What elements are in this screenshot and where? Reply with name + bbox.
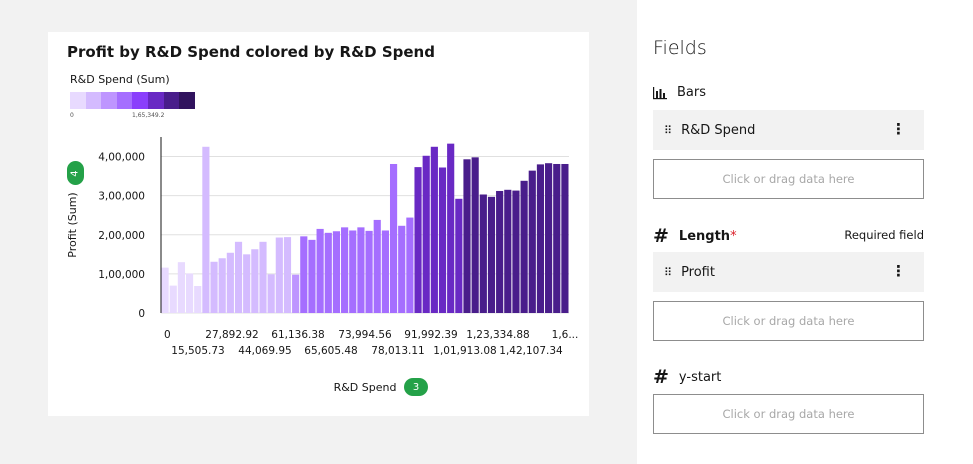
bar[interactable] <box>545 163 553 313</box>
length-section-header: # Length * <box>653 225 737 247</box>
length-label: Length <box>678 228 731 244</box>
bar-chart: 0 1,00,000 2,00,000 3,00,000 4,00,000 0 27,892… <box>66 137 579 394</box>
bar[interactable] <box>259 241 267 313</box>
x-axis-count-badge: 3 <box>404 378 428 396</box>
y-start-drop-zone[interactable]: Click or drag data here <box>653 394 924 434</box>
bar[interactable] <box>341 227 349 313</box>
bar[interactable] <box>496 190 504 313</box>
bar[interactable] <box>520 180 528 313</box>
bar[interactable] <box>373 219 381 313</box>
bar[interactable] <box>251 249 259 313</box>
bar[interactable] <box>234 241 243 313</box>
bar[interactable] <box>357 227 365 313</box>
bar[interactable] <box>553 163 561 313</box>
x-tick-label: 1,6... <box>552 329 579 341</box>
x-tick-label: 78,013.11 <box>371 345 424 357</box>
bar[interactable] <box>447 143 455 313</box>
bar[interactable] <box>243 254 251 313</box>
bar[interactable] <box>332 231 341 313</box>
bars-label: Bars <box>677 85 707 100</box>
y-axis-title: Profit (Sum) <box>66 192 79 257</box>
bar[interactable] <box>202 146 210 313</box>
y-tick-label: 3,00,000 <box>98 191 145 203</box>
bar[interactable] <box>267 274 275 313</box>
bar[interactable] <box>226 252 234 313</box>
chart-card: Profit by R&D Spend colored by R&D Spend… <box>48 32 589 416</box>
bar[interactable] <box>169 285 177 313</box>
required-field-label: Required field <box>844 228 924 242</box>
required-star: * <box>730 228 737 244</box>
bar-chart-icon <box>653 86 667 99</box>
bar[interactable] <box>365 230 373 313</box>
bars-field-label: R&D Spend <box>681 122 756 138</box>
bar[interactable] <box>438 167 447 313</box>
bar[interactable] <box>300 236 308 313</box>
bar[interactable] <box>349 230 357 313</box>
panel-title: Fields <box>653 37 707 59</box>
bar[interactable] <box>406 217 414 313</box>
bar[interactable] <box>324 232 332 313</box>
bar[interactable] <box>430 146 438 313</box>
bar[interactable] <box>389 163 398 313</box>
overflow-menu-icon[interactable]: ⋮ <box>891 120 906 138</box>
bar[interactable] <box>471 157 479 313</box>
bars-field-pill[interactable]: ⠿ R&D Spend ⋮ <box>653 110 924 150</box>
x-tick-label: 1,23,334.88 <box>466 329 529 341</box>
bars-section-header: Bars <box>653 85 706 100</box>
bar[interactable] <box>381 230 389 313</box>
bar[interactable] <box>479 194 487 313</box>
bar[interactable] <box>414 167 422 313</box>
bar[interactable] <box>308 239 316 313</box>
bar[interactable] <box>398 225 406 313</box>
y-tick-label: 4,00,000 <box>98 152 145 164</box>
x-tick-label: 61,136.38 <box>271 329 324 341</box>
x-tick-label: 44,069.95 <box>238 345 291 357</box>
drag-handle-icon[interactable]: ⠿ <box>664 266 672 279</box>
fields-panel: Fields Bars ⠿ R&D Spend ⋮ Click or drag … <box>637 0 973 464</box>
length-drop-zone[interactable]: Click or drag data here <box>653 301 924 341</box>
bar[interactable] <box>561 163 569 313</box>
y-start-section-header: # y-start <box>653 366 721 388</box>
length-field-label: Profit <box>681 264 715 280</box>
x-tick-label: 91,992.39 <box>404 329 457 341</box>
bar[interactable] <box>422 155 430 313</box>
x-tick-label: 0 <box>164 329 171 341</box>
x-tick-label: 73,994.56 <box>338 329 392 341</box>
bar[interactable] <box>161 267 169 313</box>
numeric-hash-icon: # <box>653 225 669 247</box>
x-tick-label: 1,01,913.08 <box>433 345 496 357</box>
y-axis-count-badge: 4 <box>67 161 84 185</box>
bar[interactable] <box>316 228 324 313</box>
x-tick-label: 27,892.92 <box>205 329 258 341</box>
bar[interactable] <box>528 170 536 313</box>
bar[interactable] <box>455 198 463 313</box>
bar[interactable] <box>185 273 194 313</box>
bar[interactable] <box>283 237 292 313</box>
y-tick-label: 1,00,000 <box>98 269 145 281</box>
bar[interactable] <box>177 262 185 313</box>
bar[interactable] <box>275 237 283 313</box>
x-tick-label: 15,505.73 <box>171 345 224 357</box>
bar[interactable] <box>194 286 202 313</box>
y-tick-label: 0 <box>138 308 145 320</box>
bar[interactable] <box>292 274 300 313</box>
bar[interactable] <box>210 261 218 313</box>
bar[interactable] <box>463 159 471 313</box>
numeric-hash-icon: # <box>653 366 669 388</box>
y-start-label: y-start <box>678 369 722 385</box>
bar[interactable] <box>487 196 496 313</box>
bar[interactable] <box>512 190 520 313</box>
bar[interactable] <box>536 164 545 313</box>
y-tick-label: 2,00,000 <box>98 230 145 242</box>
x-axis-title: R&D Spend <box>334 381 397 394</box>
overflow-menu-icon[interactable]: ⋮ <box>891 262 906 280</box>
x-tick-label: 1,42,107.34 <box>499 345 563 357</box>
x-tick-label: 65,605.48 <box>304 345 357 357</box>
bars-drop-zone[interactable]: Click or drag data here <box>653 159 924 199</box>
bar[interactable] <box>504 189 512 313</box>
drag-handle-icon[interactable]: ⠿ <box>664 124 672 137</box>
length-field-pill[interactable]: ⠿ Profit ⋮ <box>653 252 924 292</box>
bar[interactable] <box>218 258 226 313</box>
